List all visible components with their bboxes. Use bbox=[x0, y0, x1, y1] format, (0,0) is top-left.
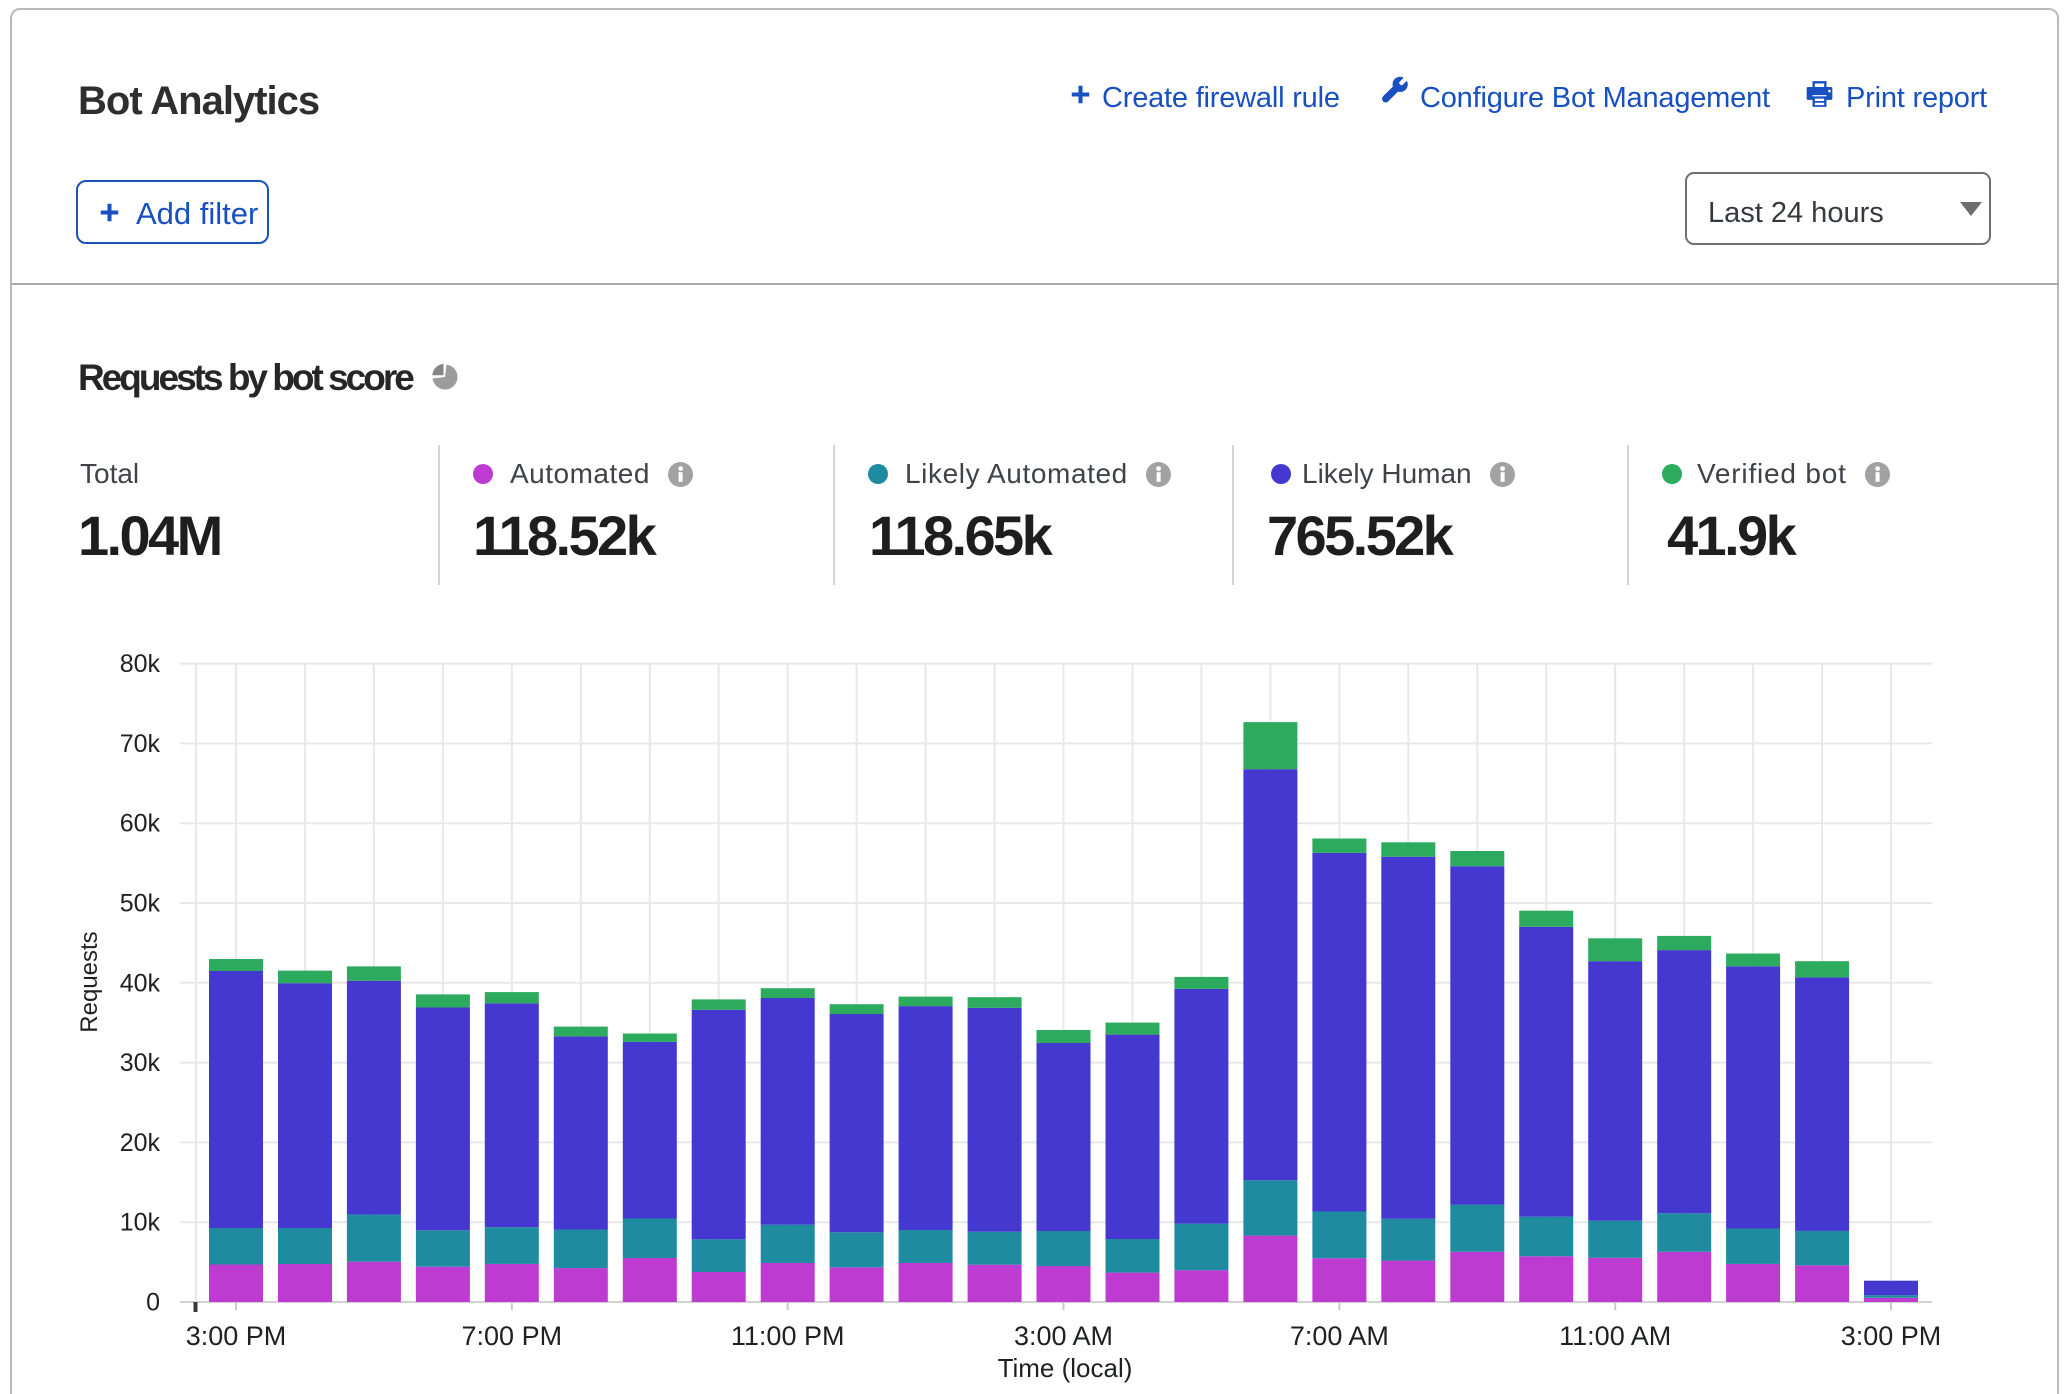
svg-text:50k: 50k bbox=[120, 890, 161, 918]
svg-text:80k: 80k bbox=[120, 650, 161, 678]
svg-text:3:00 PM: 3:00 PM bbox=[186, 1321, 287, 1351]
svg-text:11:00 PM: 11:00 PM bbox=[731, 1321, 845, 1351]
svg-text:7:00 PM: 7:00 PM bbox=[462, 1321, 563, 1351]
svg-text:0: 0 bbox=[146, 1289, 160, 1317]
svg-text:Requests: Requests bbox=[76, 931, 103, 1032]
svg-text:3:00 PM: 3:00 PM bbox=[1841, 1321, 1942, 1351]
svg-text:3:00 AM: 3:00 AM bbox=[1014, 1321, 1113, 1351]
svg-text:70k: 70k bbox=[120, 730, 161, 758]
svg-text:60k: 60k bbox=[120, 810, 161, 838]
svg-text:Time (local): Time (local) bbox=[998, 1353, 1133, 1383]
svg-text:30k: 30k bbox=[120, 1049, 161, 1077]
svg-text:7:00 AM: 7:00 AM bbox=[1290, 1321, 1389, 1351]
svg-text:40k: 40k bbox=[120, 969, 161, 997]
svg-text:20k: 20k bbox=[120, 1129, 161, 1157]
svg-text:11:00 AM: 11:00 AM bbox=[1559, 1321, 1671, 1351]
svg-text:10k: 10k bbox=[120, 1209, 161, 1237]
